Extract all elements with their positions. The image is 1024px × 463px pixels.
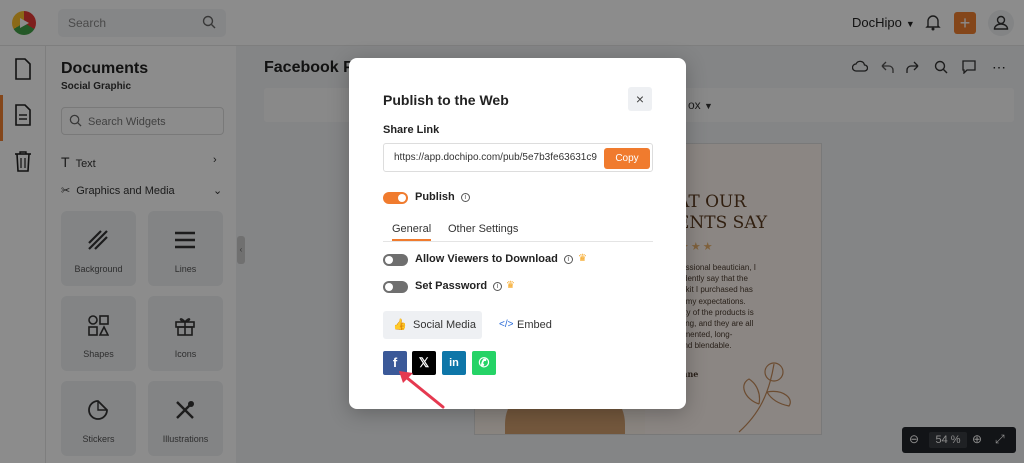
share-link-field[interactable]: https://app.dochipo.com/pub/5e7b3fe63631… [383, 143, 653, 172]
info-icon[interactable]: i [460, 193, 470, 202]
set-password-label-text: Set Password [415, 280, 488, 292]
embed-label: Embed [517, 319, 552, 331]
info-icon[interactable]: i [563, 255, 573, 264]
toggle-knob [385, 283, 393, 291]
publish-toggle[interactable] [383, 192, 408, 204]
info-icon[interactable]: i [493, 282, 503, 291]
social-media-tab[interactable]: 👍 Social Media [383, 311, 482, 339]
close-button[interactable]: × [628, 87, 652, 111]
allow-download-label: Allow Viewers to Download i [415, 253, 573, 265]
social-media-label: Social Media [413, 319, 476, 331]
settings-tabs: General Other Settings [383, 220, 653, 242]
thumbs-up-icon: 👍 [393, 319, 407, 331]
allow-download-toggle[interactable] [383, 254, 408, 266]
toggle-knob [398, 194, 406, 202]
tab-other-settings[interactable]: Other Settings [448, 223, 518, 235]
publish-label: Publish i [415, 191, 470, 203]
dialog-title: Publish to the Web [383, 92, 509, 108]
set-password-toggle[interactable] [383, 281, 408, 293]
crown-icon: ♛ [578, 253, 587, 264]
crown-icon: ♛ [506, 280, 515, 291]
code-icon: </> [499, 319, 514, 330]
allow-download-label-text: Allow Viewers to Download [415, 253, 558, 265]
annotation-arrow-icon [395, 367, 447, 416]
publish-dialog: Publish to the Web × Share Link https://… [349, 58, 686, 409]
copy-button[interactable]: Copy [604, 148, 650, 169]
whatsapp-share-button[interactable]: ✆ [472, 351, 496, 375]
publish-label-text: Publish [415, 191, 455, 203]
share-link-label: Share Link [383, 124, 440, 136]
tab-general[interactable]: General [392, 223, 432, 241]
share-link-url[interactable]: https://app.dochipo.com/pub/5e7b3fe63631… [394, 152, 600, 163]
set-password-label: Set Password i [415, 280, 503, 292]
toggle-knob [385, 256, 393, 264]
